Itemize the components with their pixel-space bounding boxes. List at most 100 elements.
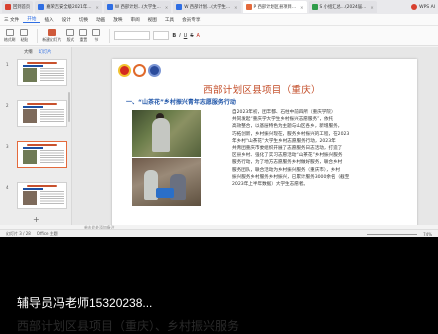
new-slide-button[interactable]: 新建幻灯片 [42, 28, 62, 43]
clipboard-icon [20, 28, 29, 36]
slide-thumbnail[interactable] [17, 59, 67, 86]
thumb-number: 4 [6, 185, 9, 190]
slide-thumbnail-selected[interactable] [17, 141, 67, 168]
menu-bar: 三 文件 开始 插入 设计 切换 动画 放映 审阅 视图 工具 会员专享 [0, 14, 438, 26]
strike-button[interactable]: S [190, 33, 193, 39]
slide-title[interactable]: 西部计划区县项目（重庆） [172, 82, 352, 96]
body-line: 巧拓创新，乡村振兴现在，服务乡村振兴的工程，在2023 [232, 131, 350, 137]
menu-view[interactable]: 视图 [144, 17, 161, 23]
tab-doc-2[interactable]: W 西部计划…(大学生… ✕ [103, 1, 172, 13]
wps-ai-label: WPS AI [419, 4, 435, 10]
photo-volunteers-activity [132, 158, 201, 206]
sheet-icon [311, 4, 318, 10]
slide-thumbnail[interactable] [17, 182, 67, 209]
section-button[interactable]: 节 [92, 28, 101, 43]
font-size-select[interactable] [153, 31, 170, 40]
close-icon[interactable]: ✕ [96, 5, 99, 10]
new-slide-icon [47, 28, 56, 36]
section-icon [92, 28, 101, 36]
wps-ai-icon [411, 4, 418, 10]
body-line: 高效整合，以基层特色为主题与山区各乡，新增服务， [232, 124, 343, 130]
tab-label: 嘉荣吉安全级2021年… [46, 5, 92, 10]
zoom-level[interactable]: 74% [423, 232, 432, 237]
slide-body-text[interactable]: 自2023年初，团丰都、石柱中前四所（重庆学院） 共同发起“重庆学大学生乡村振兴… [232, 109, 410, 188]
video-caption: 辅导员冯老师15320238... [17, 296, 153, 310]
tab-home[interactable]: 回到首页 [2, 1, 34, 13]
tab-label: W 西部计划…(大学生… [114, 5, 161, 10]
tab-doc-1[interactable]: 嘉荣吉安全级2021年… ✕ [35, 1, 102, 13]
body-line: 共青团重庆市委组织开展了志愿服务日志活动，打造了 [232, 146, 343, 152]
doc-icon [38, 4, 45, 10]
slide-thumbnail-pane: 大纲 幻灯片 1 2 3 4 + [0, 47, 72, 225]
wps-ai-button[interactable]: WPS AI [408, 4, 438, 10]
body-line: 自2023年初，团丰都、石柱中前四所（重庆学院） [232, 110, 336, 115]
ribbon-label: 格式刷 [4, 36, 16, 42]
ribbon-label: 重置 [79, 36, 88, 42]
menu-insert[interactable]: 插入 [40, 17, 57, 23]
tab-doc-active[interactable]: P 西部计划区县项目… ✕ [242, 1, 307, 13]
home-icon [5, 4, 11, 10]
paste-button[interactable]: 粘贴 [20, 28, 29, 43]
add-slide-icon[interactable]: + [33, 215, 40, 224]
format-painter-button[interactable]: 格式刷 [4, 28, 16, 43]
ribbon-label: 版式 [66, 36, 75, 42]
slide-photo[interactable] [132, 110, 201, 206]
menu-design[interactable]: 设计 [58, 17, 75, 23]
ribbon-label: 新建幻灯片 [42, 36, 62, 42]
close-icon[interactable]: ✕ [370, 5, 373, 10]
thumb-number: 3 [6, 144, 9, 149]
close-icon[interactable]: ✕ [300, 5, 303, 10]
ribbon-label: 粘贴 [20, 36, 29, 42]
body-line: 共同发起“重庆学大学生乡村振兴志愿服务”，依托 [232, 117, 334, 123]
tab-slides[interactable]: 幻灯片 [39, 49, 52, 55]
font-color-button[interactable]: A [197, 33, 200, 39]
body-line: 区县乡村、强化了实习志愿活动“山茶花”乡村振兴服务 [232, 153, 343, 159]
thumbnail-scrollbar[interactable] [68, 92, 70, 122]
menu-home[interactable]: 开始 [23, 16, 41, 23]
slide-subtitle[interactable]: 一、“山茶花”乡村振兴青年志愿服务行动 [126, 97, 236, 106]
tab-outline[interactable]: 大纲 [24, 49, 33, 55]
reset-button[interactable]: 重置 [79, 28, 88, 43]
ribbon-label: 节 [94, 36, 99, 42]
reset-icon [79, 28, 88, 36]
photo-volunteers-outdoor [132, 110, 201, 157]
menu-transition[interactable]: 切换 [75, 17, 92, 23]
current-slide[interactable]: 西部计划区县项目（重庆） 一、“山茶花”乡村振兴青年志愿服务行动 自2023年初… [112, 59, 417, 225]
word-icon [176, 4, 183, 10]
wps-presentation-window: 回到首页 嘉荣吉安全级2021年… ✕ W 西部计划…(大学生… ✕ W 西部计划…… [0, 0, 438, 237]
close-icon[interactable]: ✕ [165, 5, 168, 10]
menu-slideshow[interactable]: 放映 [109, 17, 126, 23]
word-icon [106, 4, 113, 10]
bold-button[interactable]: B [172, 33, 176, 39]
tab-label: S 小组汇总…(2024届… [319, 5, 367, 10]
tab-doc-3[interactable]: W 西部计划…(大学生… ✕ [173, 1, 241, 13]
body-line: 2023年上半年数据）大学生志愿者。 [232, 182, 309, 188]
underline-button[interactable]: U [184, 33, 188, 39]
volunteer-logo-icon [133, 64, 146, 77]
body-line: 年乡村“山茶花”大学生乡村志愿服务行动，2023年 [232, 138, 336, 144]
menu-review[interactable]: 审阅 [126, 17, 143, 23]
body-line: 振兴服务乡村服务乡村振兴，已累计服务3000余名（截至 [232, 174, 350, 180]
menu-animation[interactable]: 动画 [92, 17, 109, 23]
italic-button[interactable]: I [179, 33, 180, 39]
ghost-caption: 西部计划区县项目（重庆）、乡村振兴服务 [17, 319, 240, 333]
tab-label: 回到首页 [13, 5, 31, 10]
document-tab-bar: 回到首页 嘉荣吉安全级2021年… ✕ W 西部计划…(大学生… ✕ W 西部计划…… [0, 0, 438, 14]
tab-doc-5[interactable]: S 小组汇总…(2024届… ✕ [308, 1, 377, 13]
font-family-select[interactable] [114, 31, 151, 40]
left-pane-tabs: 大纲 幻灯片 [0, 47, 71, 57]
menu-file[interactable]: 三 文件 [0, 17, 23, 23]
thumb-number: 1 [6, 62, 9, 67]
slide-thumbnail[interactable] [17, 100, 67, 127]
slide-logos [118, 64, 161, 77]
layout-button[interactable]: 版式 [66, 28, 75, 43]
tab-label: P 西部计划区县项目… [253, 5, 297, 10]
layout-icon [66, 28, 75, 36]
ribbon-toolbar: 格式刷 粘贴 新建幻灯片 版式 重置 节 B I U S A [0, 26, 438, 46]
menu-member[interactable]: 会员专享 [178, 17, 204, 23]
thumb-number: 2 [6, 103, 9, 108]
zoom-slider[interactable] [367, 233, 418, 235]
menu-tools[interactable]: 工具 [161, 17, 178, 23]
tab-label: W 西部计划…(大学生… [184, 5, 231, 10]
close-icon[interactable]: ✕ [234, 5, 237, 10]
